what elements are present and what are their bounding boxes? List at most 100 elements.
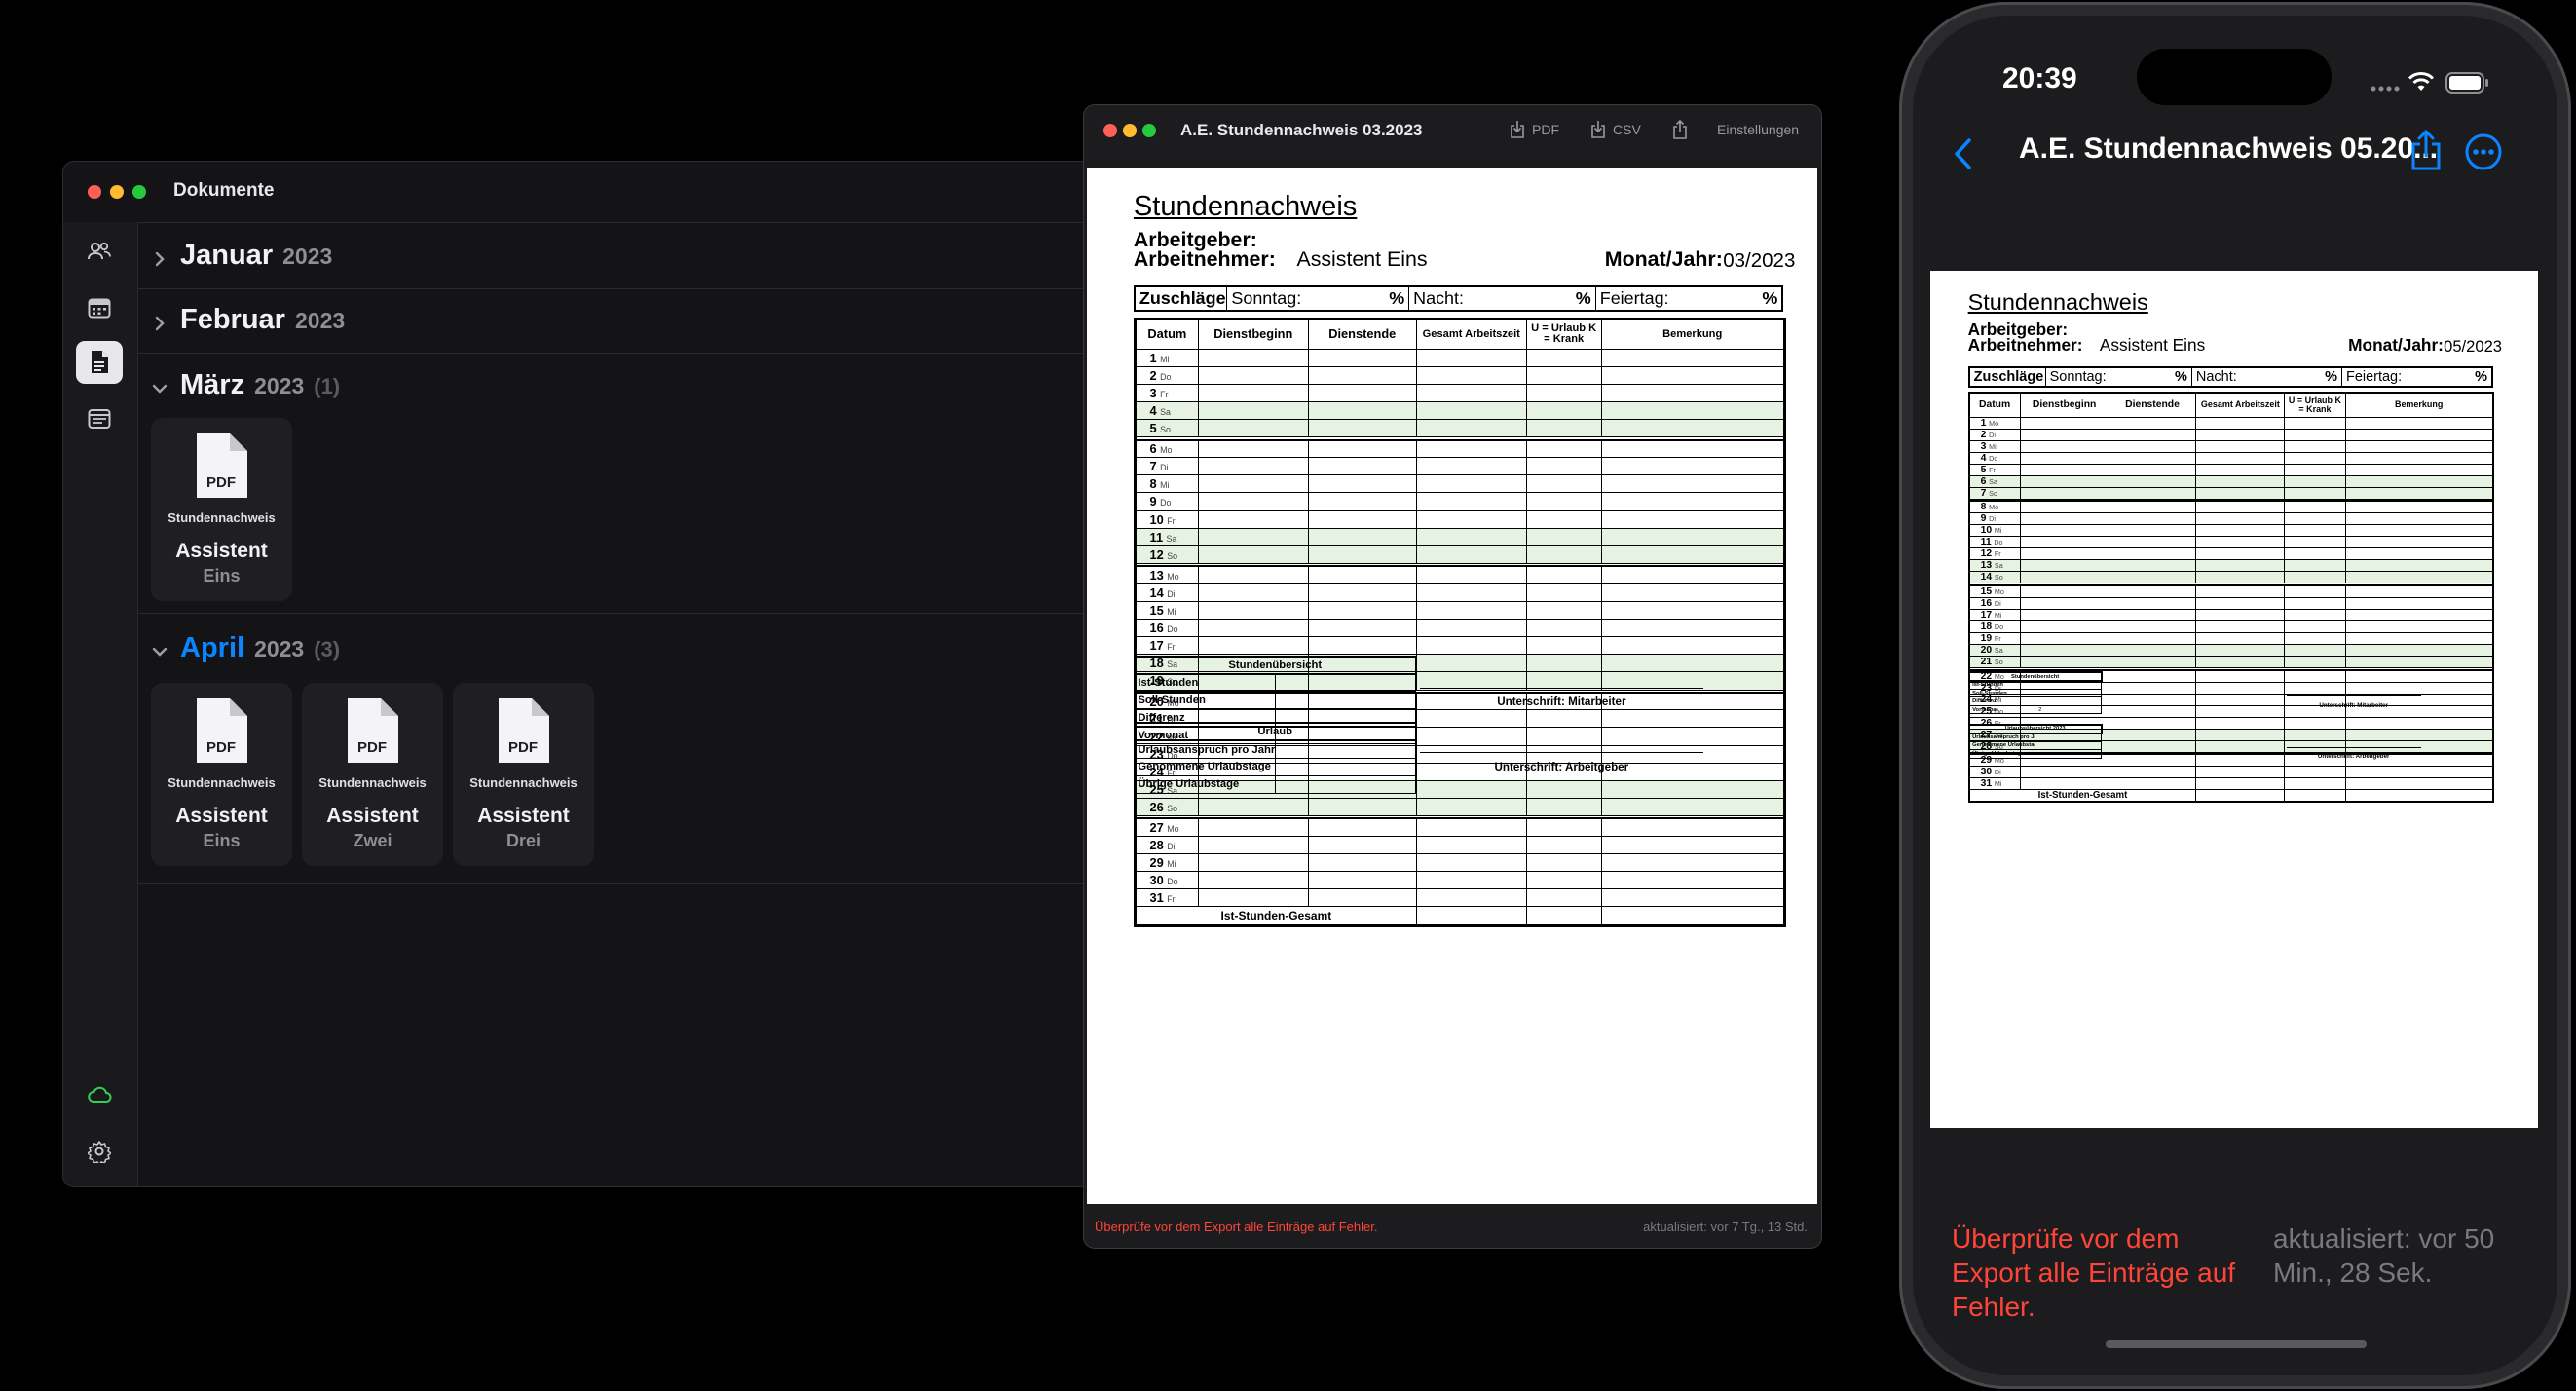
export-pdf-button[interactable]: PDF xyxy=(1509,117,1559,142)
document-card[interactable]: PDF Stundennachweis Assistent Zwei xyxy=(302,683,443,866)
entry-cell xyxy=(2195,608,2286,621)
day-row: 17 Mi xyxy=(1968,608,2494,621)
minimize-window-button[interactable] xyxy=(1123,124,1137,137)
day-cell: 15 Mi xyxy=(1134,600,1199,620)
day-row: 3 Fr xyxy=(1134,383,1785,403)
day-row: 4 Do xyxy=(1968,451,2494,465)
entry-cell xyxy=(1600,779,1785,799)
day-number: 20 xyxy=(1980,644,1993,656)
entry-cell xyxy=(2195,631,2286,645)
document-icon[interactable] xyxy=(76,341,123,384)
entry-cell xyxy=(1197,383,1309,403)
day-cell: 4 Do xyxy=(1968,451,2021,465)
entry-cell xyxy=(2344,571,2494,584)
day-row: 15 Mi xyxy=(1134,600,1785,620)
export-csv-button[interactable]: CSV xyxy=(1589,117,1641,142)
month-year: 2023 xyxy=(254,373,305,398)
list-icon[interactable] xyxy=(76,397,123,440)
month-row-maerz[interactable]: März 2023 (1) xyxy=(149,369,340,408)
settings-button[interactable]: Einstellungen xyxy=(1717,117,1799,142)
entry-cell xyxy=(2284,547,2346,561)
entry-cell xyxy=(2108,571,2197,584)
day-row: 18 Do xyxy=(1968,620,2494,633)
day-number: 17 xyxy=(1980,609,1993,620)
document-name: Assistent xyxy=(175,805,268,827)
day-cell: 13 Mo xyxy=(1134,565,1199,584)
day-cell: 17 Mi xyxy=(1968,608,2021,621)
cloud-icon[interactable] xyxy=(76,1073,123,1116)
sidebar xyxy=(63,222,138,1186)
entry-cell xyxy=(2195,486,2286,500)
day-number: 2 xyxy=(1980,429,1987,440)
day-row: 11 Do xyxy=(1968,536,2494,549)
weekday: So xyxy=(1989,489,1997,498)
minimize-window-button[interactable] xyxy=(110,185,124,199)
overview-row: Soll-Stunden xyxy=(1968,688,2103,698)
share-button[interactable] xyxy=(1671,117,1689,142)
month-row-januar[interactable]: Januar 2023 xyxy=(149,240,332,279)
column-header: Dienstbeginn xyxy=(1197,318,1309,350)
pdf-label: PDF xyxy=(206,474,236,491)
entry-cell xyxy=(2108,608,2197,621)
day-cell: 7 So xyxy=(1968,486,2021,500)
day-cell: 21 So xyxy=(1968,655,2021,668)
entry-cell xyxy=(1307,545,1417,564)
entry-cell xyxy=(2195,559,2286,573)
entry-cell xyxy=(1307,365,1417,385)
entry-cell xyxy=(1525,419,1602,438)
day-row: 13 Sa xyxy=(1968,559,2494,573)
entry-cell xyxy=(2195,547,2286,561)
share-icon[interactable] xyxy=(2409,129,2443,171)
entry-cell xyxy=(1600,727,1785,746)
weekday: Mi xyxy=(1994,611,2002,620)
day-cell: 16 Do xyxy=(1134,618,1199,638)
day-number: 6 xyxy=(1149,441,1157,457)
month-row-april[interactable]: April 2023 (3) xyxy=(149,632,340,671)
people-icon[interactable] xyxy=(76,230,123,273)
zoom-window-button[interactable] xyxy=(1142,124,1156,137)
column-header: Dienstbeginn xyxy=(2019,392,2109,418)
document-card[interactable]: PDF Stundennachweis Assistent Eins xyxy=(151,418,292,601)
day-row: 9 Di xyxy=(1968,512,2494,526)
day-cell: 29 Mi xyxy=(1134,853,1199,873)
entry-cell xyxy=(1525,618,1602,638)
entry-cell xyxy=(1197,817,1309,837)
entry-cell xyxy=(2195,596,2286,610)
overview-label: Ist-Stunden xyxy=(1968,680,2036,690)
day-row: 17 Fr xyxy=(1134,636,1785,656)
divider xyxy=(137,222,1101,223)
overview-value xyxy=(2035,688,2103,698)
document-card[interactable]: PDF Stundennachweis Assistent Eins xyxy=(151,683,292,866)
day-number: 10 xyxy=(1149,511,1164,527)
surcharge-label: Feiertag: xyxy=(1599,288,1669,309)
entry-cell xyxy=(1307,600,1417,620)
entry-cell xyxy=(1600,636,1785,656)
window-title: Dokumente xyxy=(173,180,275,201)
header-row: Datum Dienstbeginn Dienstende Gesamt Arbeit… xyxy=(1134,318,1785,350)
entry-cell xyxy=(2195,777,2286,791)
close-window-button[interactable] xyxy=(1103,124,1117,137)
month-row-februar[interactable]: Februar 2023 xyxy=(149,304,345,343)
month-year-label: Monat/Jahr: xyxy=(2348,335,2444,356)
gear-icon[interactable] xyxy=(76,1130,123,1173)
more-icon[interactable] xyxy=(2464,132,2503,171)
day-cell: 9 Do xyxy=(1134,492,1199,511)
day-number: 6 xyxy=(1980,475,1987,487)
timesheet-preview: Stundennachweis Arbeitgeber: Arbeitnehmer:… xyxy=(1087,168,1817,1204)
calendar-icon[interactable] xyxy=(76,286,123,329)
day-number: 5 xyxy=(1149,421,1157,436)
weekday: Sa xyxy=(1994,646,2003,655)
document-card[interactable]: PDF Stundennachweis Assistent Drei xyxy=(453,683,594,866)
back-icon[interactable] xyxy=(1952,136,1975,171)
zoom-window-button[interactable] xyxy=(132,185,146,199)
entry-cell xyxy=(1600,888,1785,908)
day-row: 20 Sa xyxy=(1968,643,2494,657)
entry-cell xyxy=(1525,600,1602,620)
signature-line xyxy=(1420,752,1703,754)
day-cell: 19 Fr xyxy=(1968,631,2021,645)
entry-cell xyxy=(1415,383,1527,403)
day-row: 1 Mo xyxy=(1968,416,2494,430)
entry-cell xyxy=(2284,583,2346,598)
close-window-button[interactable] xyxy=(88,185,101,199)
day-row: 4 Sa xyxy=(1134,401,1785,421)
